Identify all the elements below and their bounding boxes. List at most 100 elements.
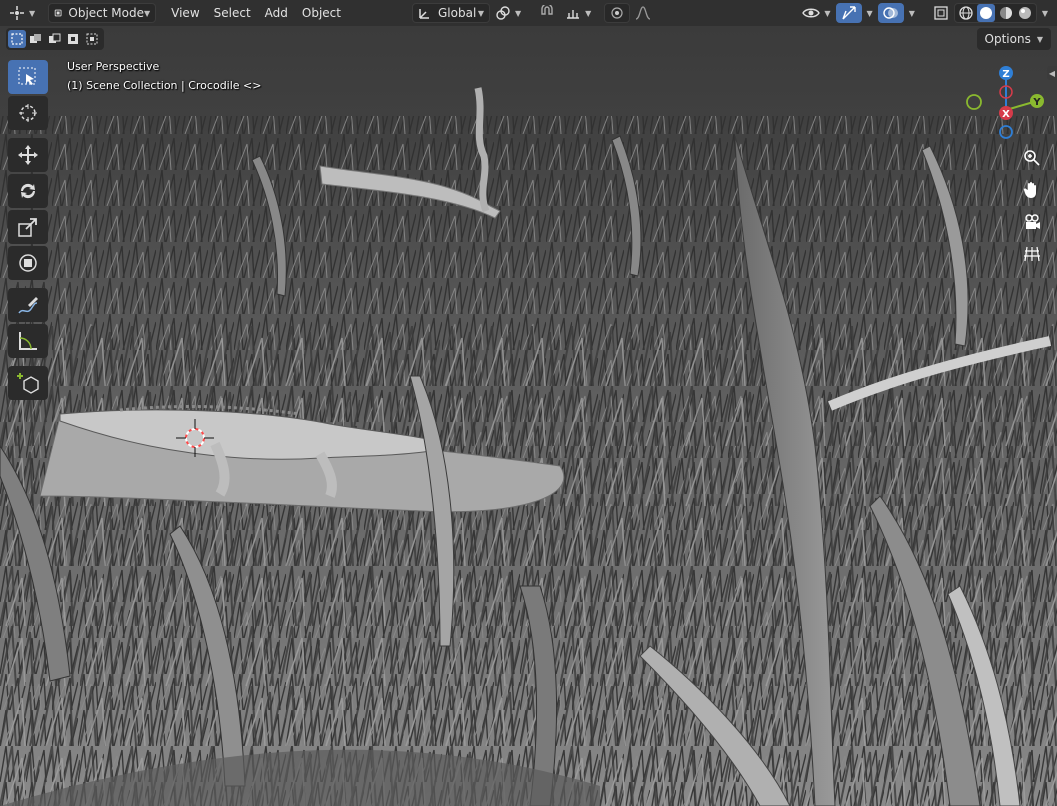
select-box-icon <box>18 67 36 85</box>
overlay-dropdown[interactable]: ▼ <box>904 3 920 23</box>
annotate-icon <box>18 297 38 314</box>
camera-view-button[interactable] <box>1017 208 1047 236</box>
overlay-icon <box>882 7 898 19</box>
chevron-down-icon: ▼ <box>866 8 873 18</box>
zoom-button[interactable] <box>1017 144 1047 172</box>
rendered-shading-icon[interactable] <box>1017 5 1033 21</box>
material-preview-icon[interactable] <box>998 5 1014 21</box>
pivot-icon <box>496 6 510 20</box>
svg-text:Z: Z <box>1002 69 1009 80</box>
chevron-down-icon: ▼ <box>1036 34 1043 44</box>
chevron-down-icon: ▼ <box>29 8 36 18</box>
select-new-button[interactable] <box>8 30 26 48</box>
gizmo-icon <box>841 6 856 20</box>
viewport-header: ▼ Object Mode ▼ View Select Add Object G… <box>0 0 1057 26</box>
navigation-buttons <box>1017 144 1051 268</box>
tool-annotate[interactable] <box>8 288 48 322</box>
proportional-edit-toggle[interactable] <box>604 3 631 23</box>
xray-toggle[interactable] <box>928 3 954 23</box>
measure-icon <box>19 332 37 350</box>
select-mode-group <box>6 28 104 50</box>
select-invert-icon <box>68 34 78 44</box>
move-icon <box>18 145 38 165</box>
tool-cursor[interactable] <box>8 96 48 130</box>
3d-viewport-icon <box>10 6 24 20</box>
pivot-point-dropdown[interactable]: ▼ <box>490 3 526 23</box>
chevron-down-icon: ▼ <box>144 8 151 18</box>
chevron-down-icon: ▼ <box>824 8 831 18</box>
ortho-toggle-button[interactable] <box>1017 240 1047 268</box>
solid-shading-active[interactable] <box>976 4 995 22</box>
orientation-label: Global <box>438 6 477 20</box>
menu-select[interactable]: Select <box>207 3 258 23</box>
scene-collection-label: (1) Scene Collection | Crocodile <> <box>67 79 262 92</box>
transform-icon <box>19 254 37 272</box>
tool-move[interactable] <box>8 138 48 172</box>
ortho-grid-icon <box>1024 246 1040 262</box>
object-mode-icon <box>54 9 62 17</box>
tool-select-box[interactable] <box>8 60 48 94</box>
menu-view[interactable]: View <box>164 3 206 23</box>
options-label: Options <box>984 32 1031 46</box>
snap-toggle[interactable] <box>534 3 560 23</box>
sidebar-toggle[interactable]: ◀ <box>1047 66 1057 80</box>
falloff-dropdown[interactable] <box>630 3 656 23</box>
chevron-down-icon: ▼ <box>477 8 484 18</box>
menu-object[interactable]: Object <box>295 3 348 23</box>
add-cube-icon <box>17 373 39 394</box>
camera-view-icon <box>1025 214 1040 229</box>
navigation-gizmo[interactable]: Z Y X <box>957 60 1057 150</box>
svg-text:X: X <box>1002 109 1010 120</box>
orientation-icon <box>419 9 429 19</box>
svg-text:Y: Y <box>1032 97 1041 108</box>
select-subtract-button[interactable] <box>46 30 64 48</box>
select-extend-button[interactable] <box>27 30 45 48</box>
tool-rotate[interactable] <box>8 174 48 208</box>
tool-transform[interactable] <box>8 246 48 280</box>
chevron-down-icon: ▼ <box>585 8 592 18</box>
editor-type-button[interactable]: ▼ <box>4 3 40 23</box>
tool-measure[interactable] <box>8 324 48 358</box>
options-dropdown[interactable]: Options ▼ <box>976 28 1051 50</box>
chevron-down-icon: ▼ <box>515 8 522 18</box>
menu-add[interactable]: Add <box>258 3 295 23</box>
pan-hand-icon <box>1023 182 1036 198</box>
overlay-toggle[interactable] <box>877 3 904 23</box>
3d-viewport[interactable]: User Perspective (1) Scene Collection | … <box>0 26 1057 806</box>
select-intersect-button[interactable] <box>84 30 102 48</box>
snap-increment-icon <box>567 10 580 19</box>
select-extend-icon <box>30 34 41 43</box>
mode-dropdown[interactable]: Object Mode ▼ <box>48 3 157 23</box>
select-intersect-icon <box>86 33 98 45</box>
visibility-dropdown[interactable]: ▼ <box>797 3 835 23</box>
transform-orientation-dropdown[interactable]: Global ▼ <box>412 3 490 23</box>
shading-buttons <box>953 3 1037 23</box>
chevron-left-icon: ◀ <box>1048 68 1056 78</box>
wireframe-shading-icon[interactable] <box>958 5 974 21</box>
view-perspective-label: User Perspective <box>67 60 160 73</box>
eye-icon <box>802 8 821 18</box>
select-invert-button[interactable] <box>65 30 83 48</box>
scene-render <box>0 87 1057 806</box>
xray-icon <box>934 6 948 20</box>
gizmo-toggle[interactable] <box>835 3 862 23</box>
tool-add-cube[interactable] <box>8 366 48 400</box>
falloff-curve-icon <box>636 6 651 20</box>
chevron-down-icon: ▼ <box>908 8 915 18</box>
select-new-icon <box>11 33 23 45</box>
magnet-icon <box>541 5 553 15</box>
tool-scale[interactable] <box>8 210 48 244</box>
proportional-edit-icon <box>611 7 623 19</box>
cursor-icon <box>19 104 37 122</box>
mode-label: Object Mode <box>68 6 144 20</box>
snap-target-dropdown[interactable]: ▼ <box>560 3 596 23</box>
zoom-icon <box>1024 150 1040 166</box>
tool-shelf <box>8 60 50 402</box>
shading-dropdown[interactable]: ▼ <box>1037 3 1053 23</box>
select-subtract-icon <box>49 33 61 43</box>
gizmo-dropdown[interactable]: ▼ <box>862 3 878 23</box>
pan-button[interactable] <box>1017 176 1047 204</box>
rotate-icon <box>20 183 36 199</box>
solid-shading-icon <box>979 7 992 19</box>
chevron-down-icon: ▼ <box>1041 8 1048 18</box>
